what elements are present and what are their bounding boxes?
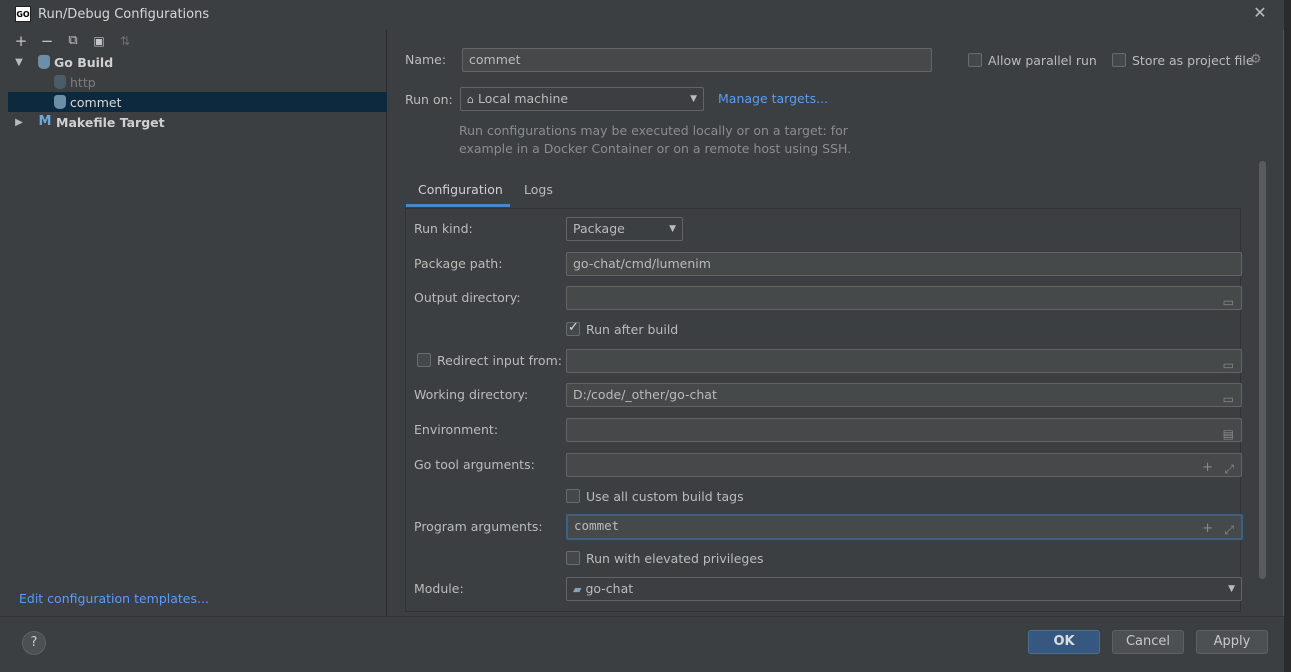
remove-icon[interactable]: − [38,32,56,50]
folder-icon[interactable]: ▭ [1223,291,1234,309]
package-path-field[interactable]: go-chat/cmd/lumenim [566,252,1242,276]
go-tool-arguments-field[interactable]: + ⤢ [566,453,1242,477]
allow-parallel-checkbox[interactable] [968,53,982,67]
tree-item-http[interactable]: http [8,72,387,92]
cancel-button[interactable]: Cancel [1112,630,1184,654]
module-select[interactable]: ▰ go-chat ▼ [566,577,1242,601]
program-arguments-value: commet [574,518,620,533]
redirect-input-label[interactable]: Redirect input from: [437,353,562,368]
manage-targets-link[interactable]: Manage targets... [718,91,828,106]
configuration-panel: Run kind: Package ▼ Package path: go-cha… [405,208,1243,612]
program-arguments-field[interactable]: commet + ⤢ [566,514,1243,540]
store-project-label[interactable]: Store as project file [1132,53,1254,68]
gopher-icon [54,75,66,89]
elevated-privileges-checkbox[interactable] [566,551,580,565]
tree-item-makefile-target[interactable]: ▶ M Makefile Target [8,112,387,132]
sort-icon[interactable]: ⇅ [116,32,134,50]
tree-item-go-build[interactable]: ▼ Go Build [8,52,387,72]
run-on-hint: Run configurations may be executed local… [459,123,852,156]
module-value: go-chat [585,581,634,596]
tree-item-label: Go Build [54,54,114,70]
run-after-build-label[interactable]: Run after build [586,322,678,337]
close-icon[interactable]: ✕ [1251,4,1269,22]
dialog-footer: ? OK Cancel Apply [0,616,1284,672]
run-on-select[interactable]: ⌂ Local machine ▼ [460,87,704,111]
output-directory-field[interactable]: ▭ [566,286,1242,310]
redirect-input-checkbox[interactable] [417,353,431,367]
expand-icon[interactable]: ⤢ [1224,458,1234,476]
add-icon[interactable]: + [12,32,30,50]
plus-icon[interactable]: + [1202,457,1213,476]
tree-toolbar: + − ⧉ ▣ ⇅ [8,30,387,52]
tree-item-commet[interactable]: commet [8,92,387,112]
chevron-down-icon[interactable]: ▼ [12,57,26,68]
plus-icon[interactable]: + [1202,519,1213,538]
expand-icon[interactable]: ⤢ [1224,520,1234,538]
run-kind-value: Package [573,221,625,236]
home-icon: ⌂ [467,93,474,106]
package-path-label: Package path: [414,256,503,271]
run-kind-select[interactable]: Package ▼ [566,217,683,241]
tree-item-label: http [70,74,96,90]
elevated-privileges-label[interactable]: Run with elevated privileges [586,551,764,566]
edit-configuration-templates-link[interactable]: Edit configuration templates... [19,591,209,606]
configurations-tree: ▼ Go Build http commet ▶ M Makefile Targ… [8,52,387,132]
gopher-icon [54,95,66,109]
module-label: Module: [414,581,464,596]
apply-button[interactable]: Apply [1196,630,1268,654]
chevron-down-icon: ▼ [669,224,676,234]
allow-parallel-label[interactable]: Allow parallel run [988,53,1097,68]
name-field[interactable]: commet [462,48,932,72]
tree-item-label: Makefile Target [56,114,165,130]
chevron-down-icon: ▼ [1228,584,1235,594]
title-bar: GO Run/Debug Configurations ✕ [0,0,1284,30]
redirect-input-field[interactable]: ▭ [566,349,1242,373]
store-project-checkbox[interactable] [1112,53,1126,67]
makefile-icon: M [38,114,52,129]
program-arguments-label: Program arguments: [414,519,543,534]
tab-configuration[interactable]: Configuration [406,175,510,207]
gear-icon[interactable]: ⚙ [1250,52,1262,67]
run-kind-label: Run kind: [414,221,473,236]
folder-icon[interactable]: ▭ [1223,388,1234,406]
configuration-editor: Name: commet Allow parallel run Store as… [388,30,1284,616]
new-folder-icon[interactable]: ▣ [90,32,108,50]
run-after-build-checkbox[interactable] [566,320,580,336]
run-debug-dialog: GO Run/Debug Configurations ✕ + − ⧉ ▣ ⇅ … [0,0,1284,672]
goland-app-icon: GO [15,6,31,22]
use-custom-build-tags-checkbox[interactable] [566,489,580,503]
environment-label: Environment: [414,422,499,437]
name-label: Name: [405,52,447,67]
dialog-title: Run/Debug Configurations [38,7,210,22]
configurations-tree-pane: + − ⧉ ▣ ⇅ ▼ Go Build http commet ▶ M Mak… [8,30,387,616]
tree-item-label: commet [70,94,122,110]
tab-logs[interactable]: Logs [512,175,565,207]
working-directory-value: D:/code/_other/go-chat [573,387,717,402]
working-directory-field[interactable]: D:/code/_other/go-chat ▭ [566,383,1242,407]
use-custom-build-tags-label[interactable]: Use all custom build tags [586,489,744,504]
go-tool-arguments-label: Go tool arguments: [414,457,535,472]
environment-field[interactable]: ▤ [566,418,1242,442]
run-on-label: Run on: [405,92,453,107]
output-directory-label: Output directory: [414,290,521,305]
working-directory-label: Working directory: [414,387,529,402]
document-icon[interactable]: ▤ [1223,423,1234,441]
chevron-down-icon: ▼ [690,94,697,104]
copy-icon[interactable]: ⧉ [64,32,82,50]
help-icon[interactable]: ? [22,631,46,655]
run-on-value: Local machine [477,91,569,106]
scrollbar[interactable] [1259,161,1266,579]
ok-button[interactable]: OK [1028,630,1100,654]
module-folder-icon: ▰ [573,583,582,596]
folder-icon[interactable]: ▭ [1223,354,1234,372]
chevron-right-icon[interactable]: ▶ [12,117,26,128]
gopher-icon [38,55,50,69]
